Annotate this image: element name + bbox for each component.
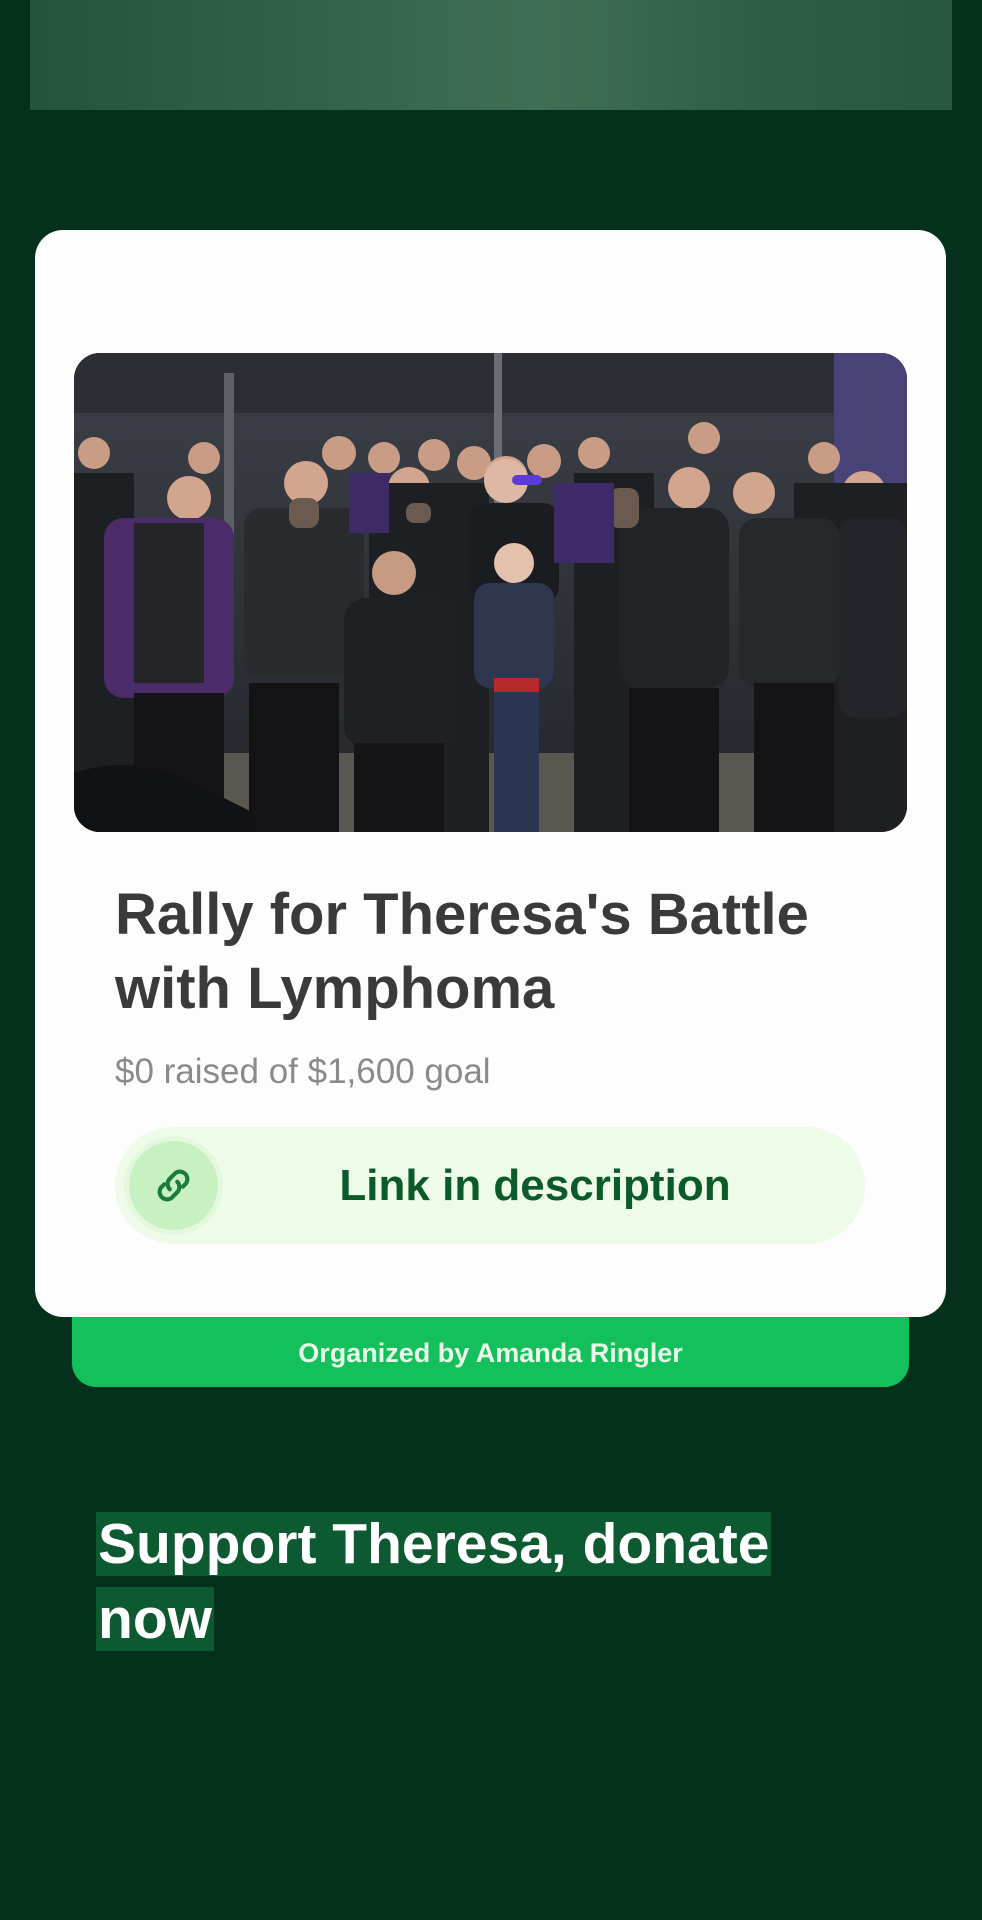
link-icon <box>157 1169 190 1202</box>
fundraiser-photo <box>74 353 907 832</box>
fundraiser-card[interactable]: Rally for Theresa's Battle with Lymphoma… <box>35 230 946 1317</box>
donate-call-to-action: Support Theresa, donate now <box>96 1507 796 1657</box>
organizer-text: Organized by Amanda Ringler <box>298 1338 683 1368</box>
cta-text: Support Theresa, donate now <box>96 1512 772 1651</box>
campaign-title: Rally for Theresa's Battle with Lymphoma <box>115 882 809 1021</box>
link-in-description-button[interactable]: Link in description <box>115 1127 865 1244</box>
story-page: Organized by Amanda Ringler Rally for Th… <box>0 0 982 1920</box>
link-icon-container <box>129 1141 218 1230</box>
link-button-label: Link in description <box>339 1161 731 1210</box>
fundraiser-photo-illustration <box>74 353 907 832</box>
fundraising-progress: $0 raised of $1,600 goal <box>115 1052 491 1091</box>
top-banner <box>30 0 952 110</box>
